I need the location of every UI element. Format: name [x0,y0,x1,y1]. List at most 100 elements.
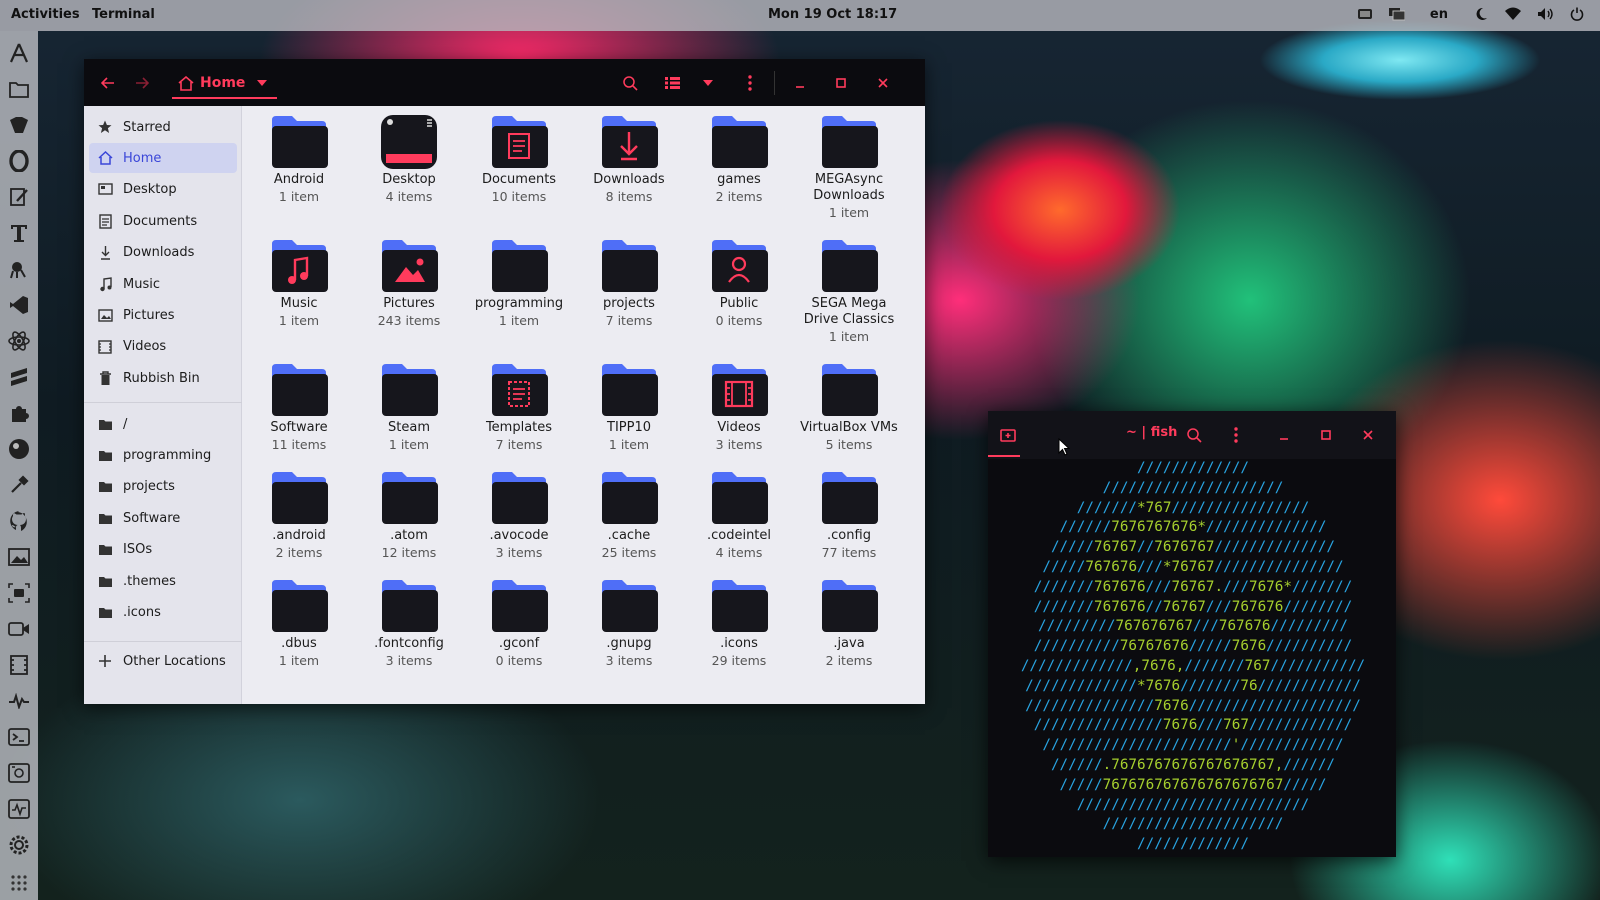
file-item-dbus[interactable]: .dbus 1 item [244,578,354,669]
file-item-gconf[interactable]: .gconf 0 items [464,578,574,669]
file-item-gnupg[interactable]: .gnupg 3 items [574,578,684,669]
file-item-projects[interactable]: projects 7 items [574,238,684,329]
file-item-config[interactable]: .config 77 items [794,470,904,561]
terminal-search-button[interactable] [1182,423,1206,447]
color-picker-icon[interactable] [7,473,31,497]
text-editor-icon[interactable] [7,185,31,209]
camera-icon[interactable] [7,617,31,641]
file-item-megasync-downloads[interactable]: MEGAsync Downloads 1 item [794,114,904,221]
file-item-count: 5 items [825,437,873,452]
settings-icon[interactable] [7,833,31,857]
file-item-templates[interactable]: Templates 7 items [464,362,574,453]
file-item-cache[interactable]: .cache 25 items [574,470,684,561]
file-item-pictures[interactable]: Pictures 243 items [354,238,464,329]
terminal-icon[interactable] [7,725,31,749]
file-item-documents[interactable]: Documents 10 items [464,114,574,205]
activities-button[interactable]: Activities [11,7,80,22]
terminal-menu-button[interactable] [1224,423,1248,447]
sidebar-item-software[interactable]: Software [89,503,237,533]
sidebar-item-isos[interactable]: ISOs [89,535,237,565]
maximize-button[interactable] [829,71,853,95]
file-item-tipp10[interactable]: TIPP10 1 item [574,362,684,453]
sidebar-item-starred[interactable]: Starred [89,112,237,142]
obs-icon[interactable] [7,437,31,461]
nautilus-icon[interactable] [7,113,31,137]
sidebar-item-icons[interactable]: .icons [89,597,237,627]
location-home-button[interactable]: Home [172,69,278,99]
file-item-downloads[interactable]: Downloads 8 items [574,114,684,205]
file-item-java[interactable]: .java 2 items [794,578,904,669]
sidebar-item-pictures[interactable]: Pictures [89,300,237,330]
file-item-public[interactable]: Public 0 items [684,238,794,329]
file-item-sega-mega-drive-classics[interactable]: SEGA Mega Drive Classics 1 item [794,238,904,345]
clock[interactable]: Mon 19 Oct 18:17 [768,7,897,22]
system-monitor-icon[interactable] [7,797,31,821]
file-item-desktop[interactable]: Desktop 4 items [354,114,464,205]
terminal-output[interactable]: ////////////////////////////////////////… [988,459,1396,857]
typora-icon[interactable] [7,221,31,245]
sidebar-item-videos[interactable]: Videos [89,332,237,362]
forward-button[interactable] [130,71,154,95]
minimize-button[interactable] [788,71,812,95]
wifi-icon[interactable] [1504,5,1522,23]
sidebar-item-root[interactable]: / [89,409,237,439]
terminal-close-button[interactable] [1356,423,1380,447]
image-viewer-icon[interactable] [7,545,31,569]
file-item-atom[interactable]: .atom 12 items [354,470,464,561]
volume-icon[interactable] [1536,5,1554,23]
file-item-steam[interactable]: Steam 1 item [354,362,464,453]
file-item-videos[interactable]: Videos 3 items [684,362,794,453]
virtualbox-icon[interactable] [7,761,31,785]
gitkraken-icon[interactable] [7,257,31,281]
power-icon[interactable] [1568,5,1586,23]
night-mode-icon[interactable] [1472,5,1490,23]
sidebar-item-projects[interactable]: projects [89,472,237,502]
menu-button[interactable] [738,71,762,95]
app-grid-icon[interactable] [7,871,31,895]
sidebar-item-downloads[interactable]: Downloads [89,238,237,268]
file-item-android[interactable]: .android 2 items [244,470,354,561]
file-item-music[interactable]: Music 1 item [244,238,354,329]
appstore-icon[interactable] [7,41,31,65]
view-list-button[interactable] [660,71,684,95]
terminal-maximize-button[interactable] [1314,423,1338,447]
file-item-virtualbox-vms[interactable]: VirtualBox VMs 5 items [794,362,904,453]
view-options-button[interactable] [696,71,720,95]
file-item-android[interactable]: Android 1 item [244,114,354,205]
video-icon[interactable] [7,653,31,677]
file-item-icons[interactable]: .icons 29 items [684,578,794,669]
file-item-software[interactable]: Software 11 items [244,362,354,453]
sidebar-item-home[interactable]: Home [89,143,237,174]
extensions-icon[interactable] [7,401,31,425]
file-item-games[interactable]: games 2 items [684,114,794,205]
terminal-minimize-button[interactable] [1272,423,1296,447]
file-item-fontconfig[interactable]: .fontconfig 3 items [354,578,464,669]
close-button[interactable] [871,71,895,95]
language-indicator[interactable]: en [1430,7,1448,22]
monitor-icon[interactable] [7,689,31,713]
sidebar-item-other-locations[interactable]: Other Locations [89,646,237,676]
sidebar-item-rubbish-bin[interactable]: Rubbish Bin [89,363,237,393]
files-icon[interactable] [7,77,31,101]
search-button[interactable] [618,71,642,95]
vscode-icon[interactable] [7,293,31,317]
file-item-avocode[interactable]: .avocode 3 items [464,470,574,561]
sidebar-item-programming[interactable]: programming [89,440,237,470]
file-item-programming[interactable]: programming 1 item [464,238,574,329]
back-button[interactable] [96,71,120,95]
system-tray[interactable]: en [1356,5,1586,23]
sublime-icon[interactable] [7,365,31,389]
atom-icon[interactable] [7,329,31,353]
opera-icon[interactable] [7,149,31,173]
app-menu[interactable]: Terminal [92,7,155,22]
new-tab-button[interactable] [996,423,1020,447]
displays-icon[interactable] [1388,5,1406,23]
sidebar-item-music[interactable]: Music [89,269,237,299]
sidebar-item-documents[interactable]: Documents [89,206,237,236]
sidebar-item-desktop[interactable]: Desktop [89,175,237,205]
file-item-codeintel[interactable]: .codeintel 4 items [684,470,794,561]
github-icon[interactable] [7,509,31,533]
screenshot-tool-icon[interactable] [7,581,31,605]
screenshot-icon[interactable] [1356,5,1374,23]
sidebar-item-themes[interactable]: .themes [89,566,237,596]
